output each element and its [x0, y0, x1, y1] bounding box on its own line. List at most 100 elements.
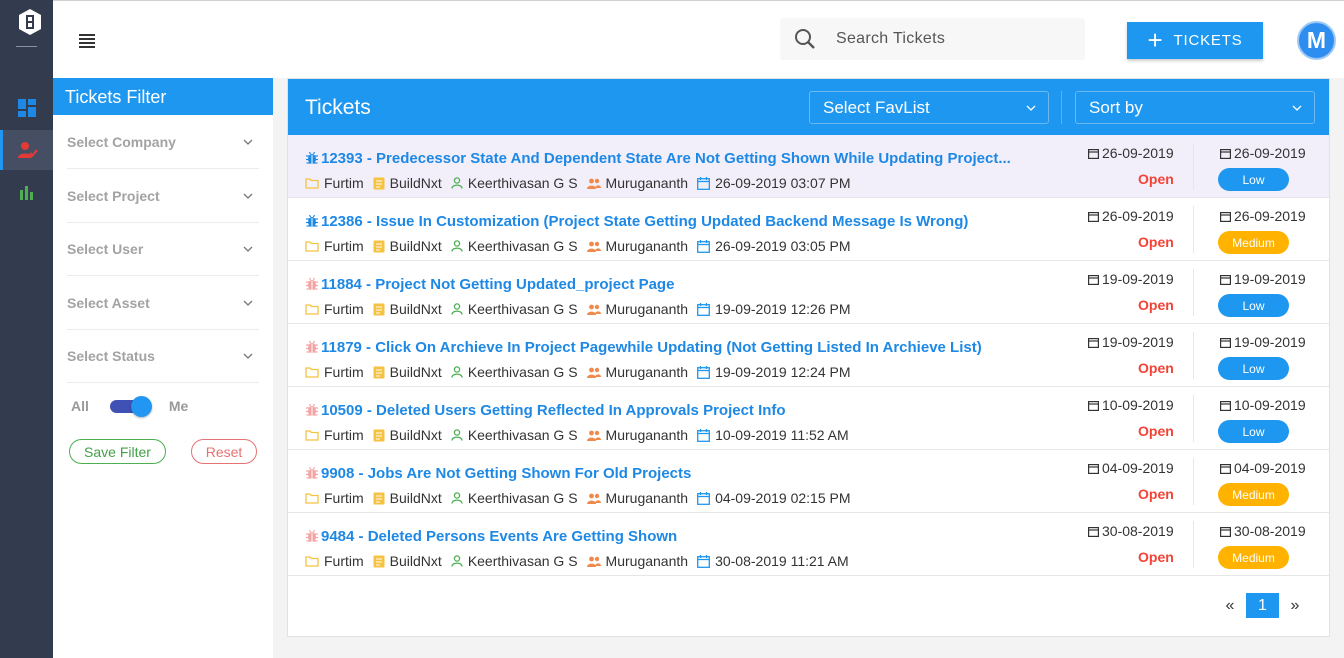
calendar-icon: [697, 428, 711, 442]
ticket-title[interactable]: 11879 - Click On Archieve In Project Pag…: [321, 339, 982, 356]
project-icon: [373, 303, 385, 315]
ticket-title[interactable]: 10509 - Deleted Users Getting Reflected …: [321, 402, 786, 419]
calendar-icon: [1220, 274, 1231, 285]
ticket-row[interactable]: 10509 - Deleted Users Getting Reflected …: [288, 387, 1329, 450]
reporter-name: Murugananth: [605, 301, 689, 317]
start-date-value: 26-09-2019: [1102, 208, 1174, 224]
ticket-row[interactable]: 11879 - Click On Archieve In Project Pag…: [288, 324, 1329, 387]
filter-title: Tickets Filter: [53, 78, 273, 115]
due-date: 04-09-2019: [1220, 460, 1306, 476]
sort-label: Sort by: [1089, 97, 1143, 117]
next-page-button[interactable]: »: [1283, 597, 1307, 615]
project-icon: [373, 429, 385, 441]
reporter-name: Murugananth: [605, 553, 689, 569]
avatar[interactable]: M: [1297, 21, 1336, 60]
due-date: 19-09-2019: [1220, 334, 1306, 350]
ticket-meta: Furtim BuildNxt Keerthivasan G S Murugan…: [305, 490, 860, 506]
priority-badge: Low: [1218, 420, 1289, 443]
reporter-item: Murugananth: [586, 490, 688, 506]
company-item: Furtim: [305, 238, 364, 254]
status-badge: Open: [1138, 486, 1174, 502]
page-1-button[interactable]: 1: [1246, 593, 1279, 618]
company-item: Furtim: [305, 490, 364, 506]
chevron-down-icon: [1292, 105, 1302, 111]
nav-tickets[interactable]: [0, 130, 53, 170]
calendar-icon: [697, 176, 711, 190]
chevron-down-icon: [243, 193, 253, 199]
select-company[interactable]: Select Company: [67, 115, 259, 169]
assignee-item: Keerthivasan G S: [451, 490, 578, 506]
ticket-row[interactable]: 12386 - Issue In Customization (Project …: [288, 198, 1329, 261]
toggle-knob: [130, 396, 152, 417]
company-item: Furtim: [305, 175, 364, 191]
calendar-icon: [1088, 274, 1099, 285]
ticket-row[interactable]: 9484 - Deleted Persons Events Are Gettin…: [288, 513, 1329, 576]
nav-dashboard[interactable]: [0, 88, 53, 128]
favlist-dropdown[interactable]: Select FavList: [809, 91, 1049, 124]
save-filter-button[interactable]: Save Filter: [69, 439, 166, 464]
user-icon: [451, 177, 463, 189]
column-divider: [1193, 395, 1194, 442]
assignee-name: Keerthivasan G S: [467, 238, 578, 254]
calendar-icon: [1088, 400, 1099, 411]
calendar-icon: [1220, 526, 1231, 537]
toggle-me-label: Me: [168, 398, 189, 414]
chevron-down-icon: [243, 353, 253, 359]
assignee-item: Keerthivasan G S: [451, 553, 578, 569]
select-project[interactable]: Select Project: [67, 169, 259, 223]
calendar-icon: [697, 302, 711, 316]
all-me-toggle[interactable]: [109, 396, 152, 417]
user-check-icon: [18, 142, 38, 158]
bug-icon: [306, 277, 318, 290]
sort-dropdown[interactable]: Sort by: [1075, 91, 1315, 124]
ticket-meta: Furtim BuildNxt Keerthivasan G S Murugan…: [305, 301, 860, 317]
created-datetime: 10-09-2019 11:52 AM: [715, 427, 849, 443]
user-icon: [451, 492, 463, 504]
nav-reports[interactable]: [0, 172, 53, 212]
company-name: Furtim: [324, 427, 364, 443]
ticket-title[interactable]: 11884 - Project Not Getting Updated_proj…: [321, 276, 674, 293]
status-badge: Open: [1138, 549, 1174, 565]
ticket-title[interactable]: 12386 - Issue In Customization (Project …: [321, 213, 968, 230]
rail-divider: [16, 46, 37, 47]
add-ticket-button[interactable]: + TICKETS: [1127, 22, 1263, 59]
column-divider: [1193, 269, 1194, 316]
users-icon: [586, 367, 601, 378]
plus-icon: +: [1147, 24, 1164, 55]
search-icon[interactable]: [794, 28, 816, 50]
reset-button[interactable]: Reset: [191, 439, 257, 464]
created-item: 19-09-2019 12:24 PM: [697, 364, 851, 380]
calendar-icon: [1220, 148, 1231, 159]
assignee-item: Keerthivasan G S: [451, 364, 578, 380]
assignee-name: Keerthivasan G S: [467, 175, 578, 191]
select-asset[interactable]: Select Asset: [67, 276, 259, 330]
ticket-meta: Furtim BuildNxt Keerthivasan G S Murugan…: [305, 427, 858, 443]
ticket-title[interactable]: 12393 - Predecessor State And Dependent …: [321, 150, 1011, 167]
column-divider: [1193, 332, 1194, 379]
search-input[interactable]: [836, 30, 1066, 48]
created-item: 26-09-2019 03:05 PM: [697, 238, 851, 254]
ticket-row[interactable]: 11884 - Project Not Getting Updated_proj…: [288, 261, 1329, 324]
menu-icon[interactable]: [79, 34, 95, 48]
tickets-header: Tickets Select FavList Sort by: [288, 79, 1329, 135]
project-icon: [373, 177, 385, 189]
ticket-row[interactable]: 9908 - Jobs Are Not Getting Shown For Ol…: [288, 450, 1329, 513]
select-status[interactable]: Select Status: [67, 329, 259, 383]
add-ticket-label: TICKETS: [1173, 32, 1243, 49]
folder-icon: [305, 556, 319, 567]
select-user[interactable]: Select User: [67, 222, 259, 276]
users-icon: [586, 430, 601, 441]
prev-page-button[interactable]: «: [1218, 597, 1242, 615]
assignee-name: Keerthivasan G S: [467, 490, 578, 506]
calendar-icon: [1220, 400, 1231, 411]
due-date: 10-09-2019: [1220, 397, 1306, 413]
app-logo-icon[interactable]: [16, 8, 44, 36]
created-datetime: 19-09-2019 12:24 PM: [715, 364, 851, 380]
ticket-row[interactable]: 12393 - Predecessor State And Dependent …: [288, 135, 1329, 198]
due-date-value: 19-09-2019: [1234, 271, 1306, 287]
created-item: 19-09-2019 12:26 PM: [697, 301, 851, 317]
ticket-title[interactable]: 9484 - Deleted Persons Events Are Gettin…: [321, 528, 677, 545]
priority-badge: Low: [1218, 357, 1289, 380]
created-datetime: 19-09-2019 12:26 PM: [715, 301, 851, 317]
ticket-title[interactable]: 9908 - Jobs Are Not Getting Shown For Ol…: [321, 465, 691, 482]
